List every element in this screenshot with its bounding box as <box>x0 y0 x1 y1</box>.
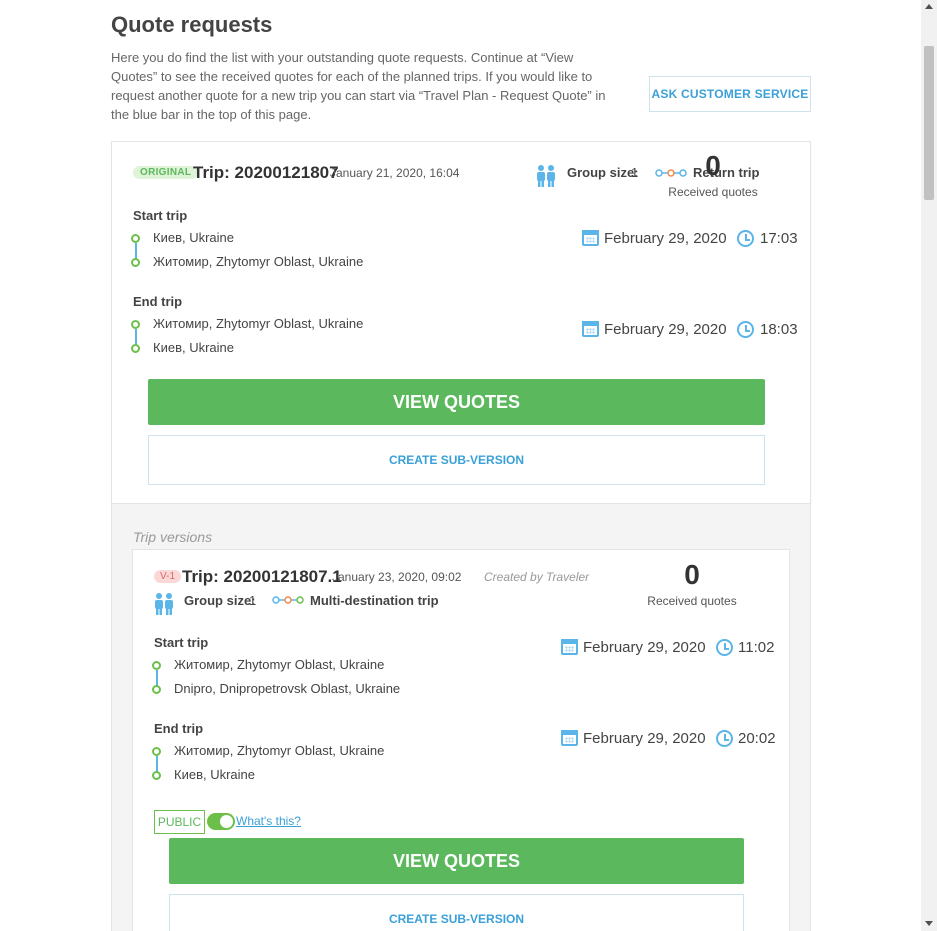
end-time: 18:03 <box>760 321 798 338</box>
stop-dot <box>131 320 140 329</box>
version-title: Trip: 20200121807.1 <box>182 567 342 586</box>
scroll-up-icon[interactable] <box>925 4 933 9</box>
calendar-icon <box>582 230 599 246</box>
version-date: January 23, 2020, 09:02 <box>332 570 462 584</box>
scrollbar[interactable] <box>921 0 937 931</box>
start-stop-from: Житомир, Zhytomyr Oblast, Ukraine <box>174 657 385 672</box>
view-quotes-button[interactable]: VIEW QUOTES <box>148 379 765 425</box>
page-title: Quote requests <box>111 12 273 37</box>
start-stop-to: Житомир, Zhytomyr Oblast, Ukraine <box>153 254 364 269</box>
end-date: February 29, 2020 <box>583 730 706 747</box>
end-date: February 29, 2020 <box>604 321 727 338</box>
create-sub-version-button[interactable]: CREATE SUB-VERSION <box>148 435 765 485</box>
view-quotes-button[interactable]: VIEW QUOTES <box>169 838 744 884</box>
whats-this-link[interactable]: What's this? <box>236 814 301 828</box>
group-size-value: 1 <box>249 593 257 608</box>
start-trip-label: Start trip <box>154 635 209 650</box>
clock-icon <box>737 321 754 338</box>
start-date: February 29, 2020 <box>604 230 727 247</box>
created-by: Created by Traveler <box>484 570 590 584</box>
stop-dot <box>131 258 140 267</box>
group-icon <box>155 593 173 615</box>
original-badge: ORIGINAL <box>133 166 199 179</box>
start-stop-from: Киев, Ukraine <box>153 230 234 245</box>
start-time: 17:03 <box>760 230 798 247</box>
end-stop-from: Житомир, Zhytomyr Oblast, Ukraine <box>174 743 385 758</box>
trip-versions-label: Trip versions <box>133 529 213 545</box>
page: Quote requests Here you do find the list… <box>0 0 921 931</box>
received-quotes-label: Received quotes <box>668 185 758 199</box>
public-badge: PUBLIC <box>154 810 205 834</box>
route-icon <box>655 169 687 177</box>
page-intro: Here you do find the list with your outs… <box>111 50 606 122</box>
trip-date: January 21, 2020, 16:04 <box>330 166 460 180</box>
start-stop-to: Dnipro, Dnipropetrovsk Oblast, Ukraine <box>174 681 401 696</box>
group-size-label: Group size: <box>567 165 639 180</box>
end-stop-from: Житомир, Zhytomyr Oblast, Ukraine <box>153 316 364 331</box>
stop-dot <box>152 747 161 756</box>
clock-icon <box>716 730 733 747</box>
calendar-icon <box>561 639 578 655</box>
group-icon <box>537 165 555 187</box>
end-stop-to: Киев, Ukraine <box>174 767 255 782</box>
clock-icon <box>716 639 733 656</box>
clock-icon <box>737 230 754 247</box>
calendar-icon <box>582 321 599 337</box>
stop-dot <box>131 234 140 243</box>
received-quotes-label: Received quotes <box>647 594 737 608</box>
stop-dot <box>152 661 161 670</box>
trip-title: Trip: 20200121807 <box>193 163 339 182</box>
start-date: February 29, 2020 <box>583 639 706 656</box>
end-stop-to: Киев, Ukraine <box>153 340 234 355</box>
public-toggle[interactable] <box>207 813 235 830</box>
route-icon <box>272 596 304 604</box>
ask-customer-service-button[interactable]: ASK CUSTOMER SERVICE <box>649 76 811 112</box>
stop-dot <box>131 344 140 353</box>
version-badge: V-1 <box>154 570 182 583</box>
scroll-down-icon[interactable] <box>925 921 933 926</box>
start-time: 11:02 <box>738 639 775 656</box>
start-trip-label: Start trip <box>133 208 188 223</box>
trip-type: Multi-destination trip <box>310 593 439 608</box>
group-size-value: 1 <box>631 165 639 180</box>
scrollbar-thumb[interactable] <box>924 46 934 200</box>
create-sub-version-button[interactable]: CREATE SUB-VERSION <box>169 894 744 931</box>
received-quotes-count: 0 <box>684 559 700 590</box>
end-trip-label: End trip <box>154 721 204 736</box>
end-time: 20:02 <box>738 730 776 747</box>
stop-dot <box>152 685 161 694</box>
end-trip-label: End trip <box>133 294 183 309</box>
received-quotes-count: 0 <box>705 150 721 181</box>
stop-dot <box>152 771 161 780</box>
calendar-icon <box>561 730 578 746</box>
group-size-label: Group size: <box>184 593 256 608</box>
